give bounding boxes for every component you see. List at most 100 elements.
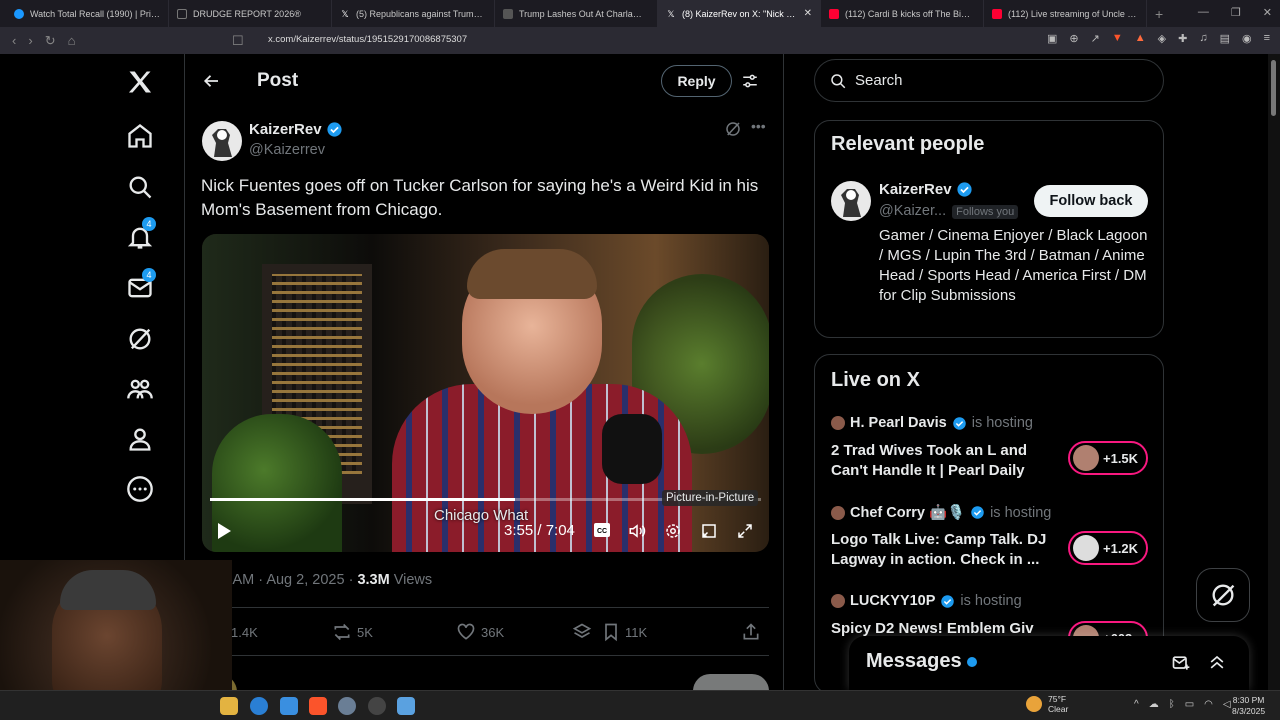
browser-toolbar-icons: ▣ ⊕ ↗ ▼ ▲ ◈ ✚ ♫ ▤ ◉ ≡ <box>1047 32 1270 45</box>
speaker-icon[interactable]: ◁ <box>1223 699 1231 710</box>
menu-icon[interactable]: ≡ <box>1264 32 1270 45</box>
settings-gear-icon[interactable] <box>664 522 682 544</box>
messages-nav-icon[interactable]: 4 <box>126 268 156 302</box>
scrollbar-thumb[interactable] <box>1271 60 1276 116</box>
expand-chevron-icon[interactable] <box>1207 652 1227 677</box>
profile-icon[interactable] <box>126 425 154 453</box>
puzzle-icon[interactable]: ✚ <box>1178 32 1187 45</box>
follow-back-button[interactable]: Follow back <box>1034 185 1148 217</box>
author-handle[interactable]: @Kaizerrev <box>249 142 325 158</box>
author-name[interactable]: KaizerRev <box>249 121 343 138</box>
captions-icon[interactable]: CC <box>594 523 610 541</box>
wifi-icon[interactable]: ◠ <box>1204 699 1213 710</box>
file-explorer-icon[interactable] <box>220 697 238 715</box>
relevant-avatar[interactable] <box>831 181 871 221</box>
play-icon[interactable] <box>216 522 232 544</box>
music-icon[interactable]: ♫ <box>1199 32 1207 45</box>
forward-icon[interactable]: › <box>28 33 32 48</box>
browser-tab[interactable]: Watch Total Recall (1990) | Prime Video <box>6 0 169 27</box>
live-host[interactable]: H. Pearl Davis is hosting <box>831 415 1033 431</box>
more-options-icon[interactable]: ••• <box>751 118 766 134</box>
brave-shield-icon[interactable]: ▼ <box>1112 32 1123 45</box>
edge-icon[interactable] <box>250 697 268 715</box>
more-nav-icon[interactable] <box>126 475 154 503</box>
video-time: 3:55 / 7:04 <box>504 522 575 539</box>
new-message-icon[interactable] <box>1171 653 1191 678</box>
brave-icon[interactable] <box>309 697 327 715</box>
live-space-title[interactable]: 2 Trad Wives Took an L and Can't Handle … <box>831 441 1051 481</box>
grok-analyze-action[interactable] <box>571 622 593 642</box>
fullscreen-icon[interactable] <box>736 522 754 544</box>
vpn-icon[interactable]: ◉ <box>1242 32 1252 45</box>
live-space-title[interactable]: Logo Talk Live: Camp Talk. DJ Lagway in … <box>831 530 1051 570</box>
browser-tab[interactable]: (112) Live streaming of Uncle Hotep <box>984 0 1147 27</box>
page-scrollbar[interactable] <box>1268 54 1280 690</box>
cloud-icon[interactable]: ☁ <box>1149 699 1159 710</box>
new-tab-button[interactable]: + <box>1155 6 1163 22</box>
rewards-icon[interactable]: ▲ <box>1135 32 1146 45</box>
bookmark-page-icon[interactable]: ☐ <box>232 33 244 49</box>
grok-floating-button[interactable] <box>1196 568 1250 622</box>
pip-tooltip: Picture-in-Picture <box>662 490 759 506</box>
repost-action[interactable]: 5K <box>331 622 373 642</box>
minimize-icon[interactable]: — <box>1198 6 1209 19</box>
url-field[interactable]: x.com/Kaizerrev/status/19515291700868753… <box>268 34 467 45</box>
share-action[interactable] <box>741 622 761 642</box>
network-icon[interactable]: ▭ <box>1185 699 1194 710</box>
volume-icon[interactable] <box>627 522 647 544</box>
weather-widget[interactable]: 75°F Clear <box>1026 694 1068 714</box>
notifications-icon[interactable]: 4 <box>126 217 156 251</box>
back-icon[interactable]: ‹ <box>12 33 16 48</box>
bluetooth-icon[interactable]: ᛒ <box>1169 699 1175 710</box>
browser-tab[interactable]: Trump Lashes Out At Charlamagne T <box>495 0 658 27</box>
picture-in-picture-icon[interactable] <box>700 522 718 544</box>
close-tab-icon[interactable]: ✕ <box>804 8 812 19</box>
main-column: Post Reply KaizerRev @Kaizerrev ••• Nick… <box>184 54 784 690</box>
live-host[interactable]: Chef Corry 🤖🎙️ is hosting <box>831 504 1051 521</box>
maximize-icon[interactable]: ❐ <box>1231 6 1241 19</box>
x-logo-icon[interactable] <box>126 68 154 96</box>
wallet-icon[interactable]: ◈ <box>1158 32 1166 45</box>
like-action[interactable]: 36K <box>455 622 504 642</box>
reload-icon[interactable]: ↻ <box>45 33 56 49</box>
live-listeners-pill[interactable]: +1.2K <box>1068 531 1148 565</box>
snipping-icon[interactable] <box>397 697 415 715</box>
close-window-icon[interactable]: ✕ <box>1263 6 1272 19</box>
zoom-icon[interactable]: ⊕ <box>1069 32 1078 45</box>
system-clock[interactable]: 8:30 PM 8/3/2025 <box>1232 695 1265 717</box>
reply-submit-button[interactable] <box>693 674 769 690</box>
browser-tab[interactable]: (112) Cardi B kicks off The Biggest Pr <box>821 0 984 27</box>
grok-explain-icon[interactable] <box>724 120 742 143</box>
author-avatar[interactable] <box>202 121 242 161</box>
home-nav-icon[interactable] <box>126 122 154 150</box>
bookmark-action[interactable]: 11K <box>601 622 647 642</box>
sliders-icon[interactable] <box>740 72 760 95</box>
relevant-handle[interactable]: @Kaizer... <box>879 203 946 219</box>
sidebar-icon[interactable]: ▤ <box>1220 32 1230 45</box>
extension-icon[interactable]: ▣ <box>1047 32 1057 45</box>
search-placeholder: Search <box>855 72 903 89</box>
messages-drawer[interactable]: Messages <box>849 636 1249 690</box>
grok-nav-icon[interactable] <box>126 325 154 353</box>
home-icon[interactable]: ⌂ <box>68 33 76 48</box>
bookmark-icon <box>605 623 617 642</box>
live-listeners-pill[interactable]: +1.5K <box>1068 441 1148 475</box>
obs-icon[interactable] <box>368 697 386 715</box>
search-nav-icon[interactable] <box>126 173 154 201</box>
search-box[interactable]: Search <box>814 59 1164 102</box>
live-host[interactable]: LUCKYY10P is hosting <box>831 593 1022 609</box>
reply-header-button[interactable]: Reply <box>661 65 732 97</box>
browser-tab[interactable]: DRUDGE REPORT 2026® <box>169 0 332 27</box>
communities-icon[interactable] <box>126 375 154 403</box>
browser-tab-active[interactable]: 𝕏 (8) KaizerRev on X: "Nick Fuentes ✕ <box>658 0 821 27</box>
chevron-up-icon[interactable]: ^ <box>1134 699 1139 710</box>
settings-icon[interactable] <box>338 697 356 715</box>
back-arrow-icon[interactable] <box>203 72 221 95</box>
share-icon[interactable]: ↗ <box>1091 32 1100 45</box>
relevant-name[interactable]: KaizerRev <box>879 181 973 198</box>
app-icon[interactable] <box>280 697 298 715</box>
browser-tab[interactable]: 𝕏 (5) Republicans against Trump on X: <box>332 0 495 27</box>
window-controls: — ❐ ✕ <box>1198 6 1272 19</box>
video-player[interactable]: Picture-in-Picture Chicago What 3:55 / 7… <box>202 234 769 552</box>
post-date[interactable]: Aug 2, 2025 <box>266 572 344 588</box>
